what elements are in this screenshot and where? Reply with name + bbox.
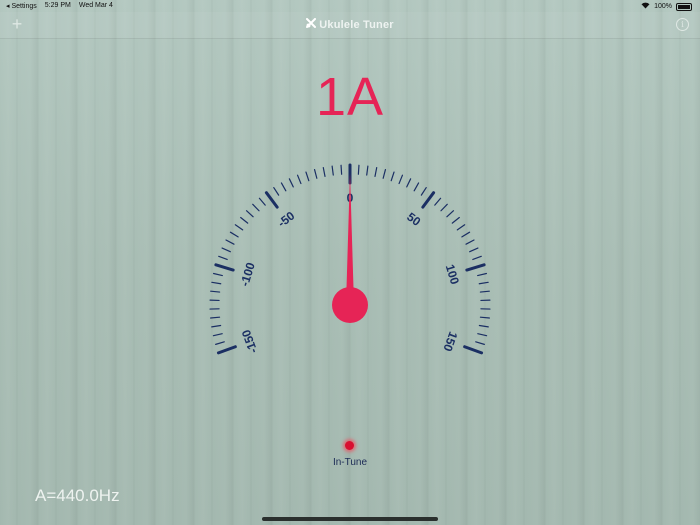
minor-tick — [273, 186, 280, 196]
minor-tick — [477, 272, 488, 277]
minor-tick — [374, 166, 378, 178]
major-tick — [264, 191, 279, 209]
minor-tick — [234, 224, 244, 231]
minor-tick — [212, 333, 223, 337]
major-tick — [214, 263, 235, 272]
scale-label: -100 — [238, 261, 258, 288]
minor-tick — [215, 341, 225, 345]
minor-tick — [296, 174, 302, 185]
minor-tick — [288, 178, 294, 188]
minor-tick — [479, 290, 490, 293]
minor-tick — [390, 171, 395, 182]
minor-tick — [366, 165, 369, 176]
minor-tick — [340, 164, 343, 175]
needle-hub — [332, 287, 368, 323]
minor-tick — [331, 165, 334, 176]
scale-label: -150 — [239, 328, 260, 356]
scale-label: -50 — [275, 208, 298, 230]
home-indicator — [262, 517, 438, 521]
minor-tick — [245, 210, 254, 218]
minor-tick — [420, 186, 427, 196]
minor-tick — [479, 316, 490, 319]
minor-tick — [446, 210, 455, 218]
minor-tick — [211, 281, 222, 285]
minor-tick — [456, 224, 466, 231]
minor-tick — [478, 281, 489, 285]
minor-tick — [475, 341, 485, 345]
minor-tick — [210, 290, 221, 293]
tuning-needle — [332, 173, 368, 323]
major-tick — [465, 263, 486, 272]
minor-tick — [240, 216, 249, 224]
minor-tick — [357, 164, 360, 175]
minor-tick — [211, 324, 222, 328]
minor-tick — [382, 168, 387, 179]
in-tune-label: In-Tune — [332, 457, 368, 468]
minor-tick — [472, 255, 482, 261]
minor-tick — [465, 239, 475, 245]
minor-tick — [313, 168, 318, 179]
minor-tick — [434, 197, 442, 206]
in-tune-indicator-icon — [345, 441, 354, 450]
scale-label: 50 — [404, 210, 423, 229]
minor-tick — [305, 171, 310, 182]
minor-tick — [258, 197, 266, 206]
major-tick — [463, 345, 484, 355]
minor-tick — [212, 272, 223, 277]
minor-tick — [280, 182, 287, 192]
minor-tick — [440, 203, 448, 212]
minor-tick — [413, 182, 420, 192]
minor-tick — [451, 216, 460, 224]
minor-tick — [469, 247, 479, 253]
minor-tick — [398, 174, 404, 185]
minor-tick — [218, 255, 228, 261]
scale-label: 100 — [443, 263, 462, 287]
minor-tick — [221, 247, 231, 253]
minor-tick — [478, 324, 489, 328]
minor-tick — [406, 178, 412, 188]
scale-label: 150 — [440, 330, 460, 354]
major-tick — [216, 345, 237, 355]
minor-tick — [210, 316, 221, 319]
minor-tick — [225, 239, 235, 245]
major-tick — [421, 191, 436, 209]
minor-tick — [461, 231, 471, 238]
minor-tick — [252, 203, 260, 212]
minor-tick — [229, 231, 239, 238]
minor-tick — [322, 166, 326, 178]
reference-frequency-button[interactable]: A=440.0Hz — [35, 486, 120, 506]
minor-tick — [477, 333, 488, 337]
